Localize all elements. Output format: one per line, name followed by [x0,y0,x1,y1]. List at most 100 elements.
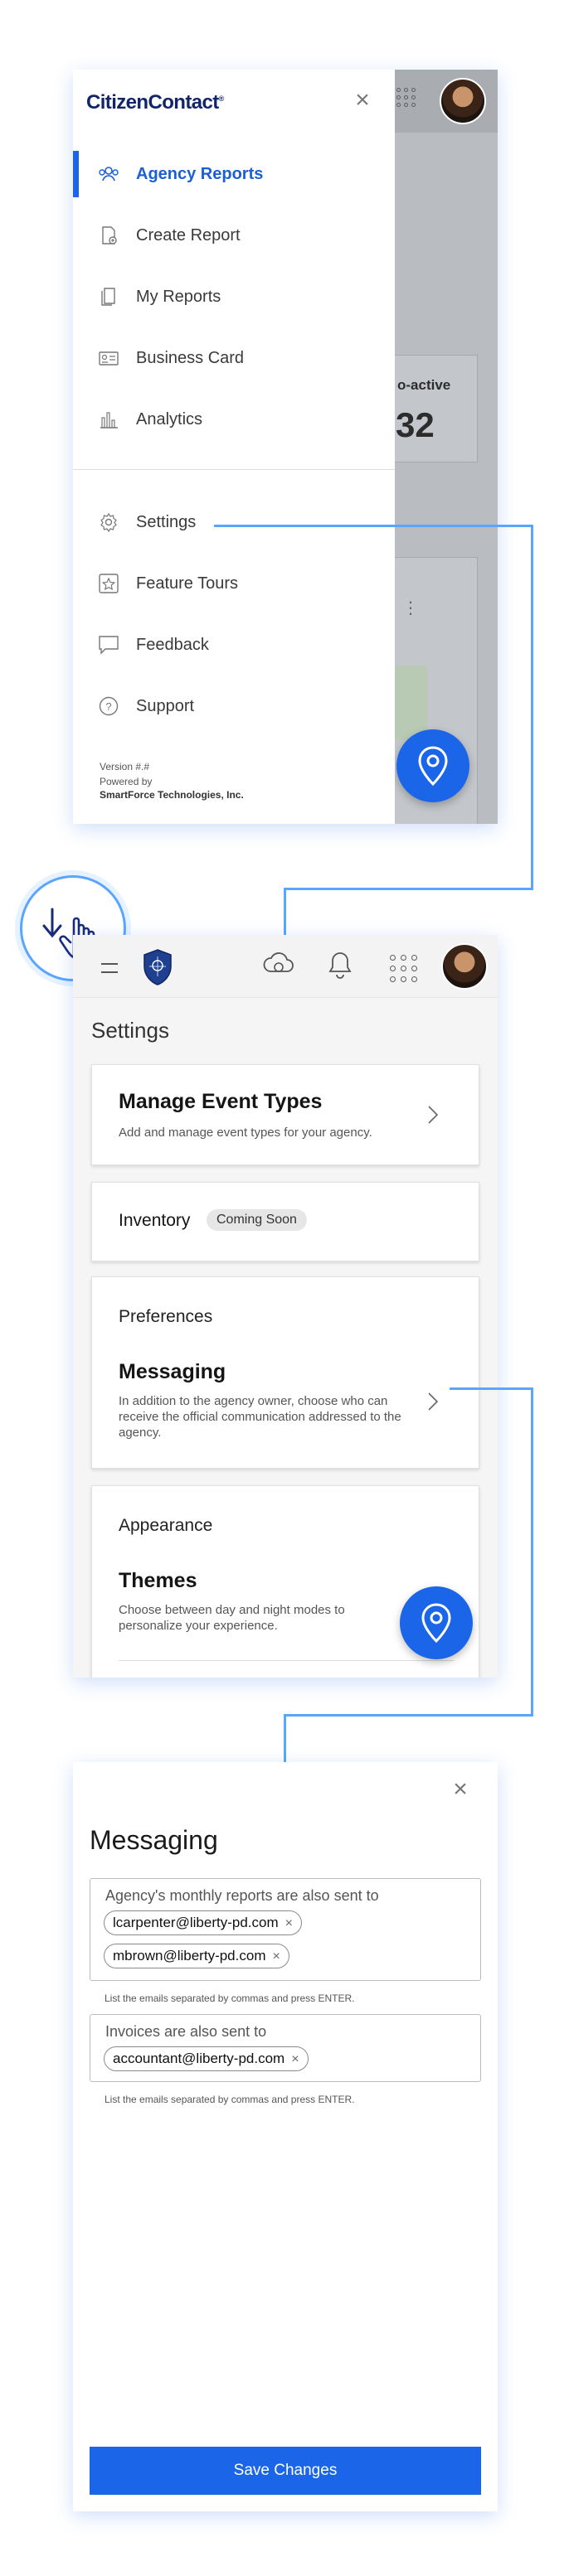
field-label: Agency's monthly reports are also sent t… [105,1887,379,1904]
question-icon: ? [99,696,119,716]
new-report-icon [102,226,117,245]
drawer-divider [73,469,395,470]
flow-connector [531,525,533,889]
monthly-reports-recipients-field[interactable]: Agency's monthly reports are also sent t… [90,1878,481,1981]
star-icon [99,574,119,593]
nav-label: My Reports [136,288,221,306]
nav-item-business-card[interactable]: Business Card [73,332,395,385]
nav-label: Settings [136,513,197,531]
close-drawer-button[interactable]: × [350,88,375,113]
field-label: Invoices are also sent to [105,2023,267,2040]
location-fab[interactable] [400,1586,473,1659]
navigation-drawer: CitizenContact® × Agency Reports Create … [73,70,395,824]
avatar[interactable] [441,943,488,990]
nav-item-create-report[interactable]: Create Report [73,209,395,262]
flow-connector [450,1387,533,1390]
flow-connector [284,888,286,936]
location-fab[interactable] [396,729,469,802]
email-chip: accountant@liberty-pd.com × [104,2046,309,2071]
powered-by: Powered by [100,776,153,787]
page-title: Settings [91,1018,169,1043]
email-chip: lcarpenter@liberty-pd.com × [104,1910,302,1935]
citizencontact-logo: CitizenContact® [86,91,224,114]
manage-event-types-card[interactable]: Manage Event Types Add and manage event … [91,1064,479,1165]
agency-badge-logo [143,949,172,985]
avatar [440,78,486,124]
nav-label: Business Card [136,349,245,367]
section-label: Preferences [119,1307,213,1326]
card-title: Manage Event Types [119,1090,323,1113]
messaging-screen: × Messaging Agency's monthly reports are… [73,1762,498,2511]
hamburger-menu-icon[interactable] [101,963,118,973]
cloud-sync-icon[interactable] [262,950,295,980]
email-chip-label: accountant@liberty-pd.com [113,2051,285,2066]
kebab-menu-icon: ⋮ [402,599,419,617]
nav-label: Feature Tours [136,574,239,593]
chevron-right-icon [428,1106,439,1124]
nav-item-my-reports[interactable]: My Reports [73,270,395,323]
preferences-card[interactable]: Preferences Messaging In addition to the… [91,1276,479,1469]
nav-item-analytics[interactable]: Analytics [73,393,395,446]
email-chip: mbrown@liberty-pd.com × [104,1944,289,1968]
notification-bell-icon[interactable] [327,950,353,980]
card-subtitle: Choose between day and night modes to pe… [119,1603,345,1633]
invoice-recipients-field[interactable]: Invoices are also sent to accountant@lib… [90,2014,481,2082]
gear-icon [100,512,117,532]
remove-chip-icon[interactable]: × [291,2052,299,2067]
app-header [73,935,498,998]
dimmed-page-background[interactable]: o-active 32 ⋮ [395,70,498,824]
chevron-right-icon [428,1392,439,1411]
close-button[interactable]: × [448,1777,473,1802]
remove-chip-icon[interactable]: × [285,1916,293,1931]
background-stat-card: o-active 32 [395,355,478,462]
drawer-screen: o-active 32 ⋮ CitizenContact® × Agency R… [73,70,498,824]
app-grid-icon[interactable] [390,955,418,983]
card-subtitle: Add and manage event types for your agen… [119,1126,372,1140]
active-indicator [73,151,79,197]
card-divider [119,1660,454,1661]
bar-chart-icon [100,412,118,429]
location-pin-icon [418,746,448,787]
card-subtitle: In addition to the agency owner, choose … [119,1394,401,1440]
field-hint: List the emails separated by commas and … [105,1993,355,2004]
flow-connector [531,1387,533,1716]
save-changes-button[interactable]: Save Changes [90,2447,481,2495]
app-grid-icon [396,88,416,108]
section-label: Appearance [119,1516,213,1535]
nav-label: Feedback [136,636,209,654]
nav-item-feature-tours[interactable]: Feature Tours [73,557,395,610]
documents-icon [101,288,115,306]
nav-item-settings[interactable]: Settings [73,496,395,549]
page-title: Messaging [90,1825,218,1855]
field-hint: List the emails separated by commas and … [105,2094,355,2105]
themes-title: Themes [119,1569,197,1592]
nav-label: Agency Reports [136,165,264,183]
messaging-title: Messaging [119,1360,226,1383]
email-chip-label: mbrown@liberty-pd.com [113,1948,266,1963]
card-title: Inventory [119,1211,191,1230]
nav-item-support[interactable]: ? Support [73,680,395,733]
company-name: SmartForce Technologies, Inc. [100,789,244,801]
remove-chip-icon[interactable]: × [272,1949,280,1964]
settings-screen: Settings Manage Event Types Add and mana… [73,935,498,1678]
flow-connector [284,1714,533,1717]
flow-connector [214,525,533,527]
email-chip-label: lcarpenter@liberty-pd.com [113,1915,279,1930]
background-card-title: o-active [397,377,451,393]
nav-label: Support [136,697,195,715]
nav-label: Analytics [136,410,203,429]
app-version: Version #.# [100,761,150,772]
flow-connector [284,1714,286,1762]
nav-item-feedback[interactable]: Feedback [73,618,395,671]
coming-soon-badge: Coming Soon [207,1209,307,1231]
id-card-icon [99,351,119,366]
nav-item-agency-reports[interactable]: Agency Reports [73,148,395,201]
nav-label: Create Report [136,226,241,245]
inventory-card: Inventory Coming Soon [91,1182,479,1261]
people-icon [99,167,119,182]
speech-bubble-icon [99,636,119,655]
flow-connector [284,888,533,890]
svg-text:?: ? [105,700,111,713]
background-header [395,70,498,133]
background-card-value: 32 [396,405,435,444]
